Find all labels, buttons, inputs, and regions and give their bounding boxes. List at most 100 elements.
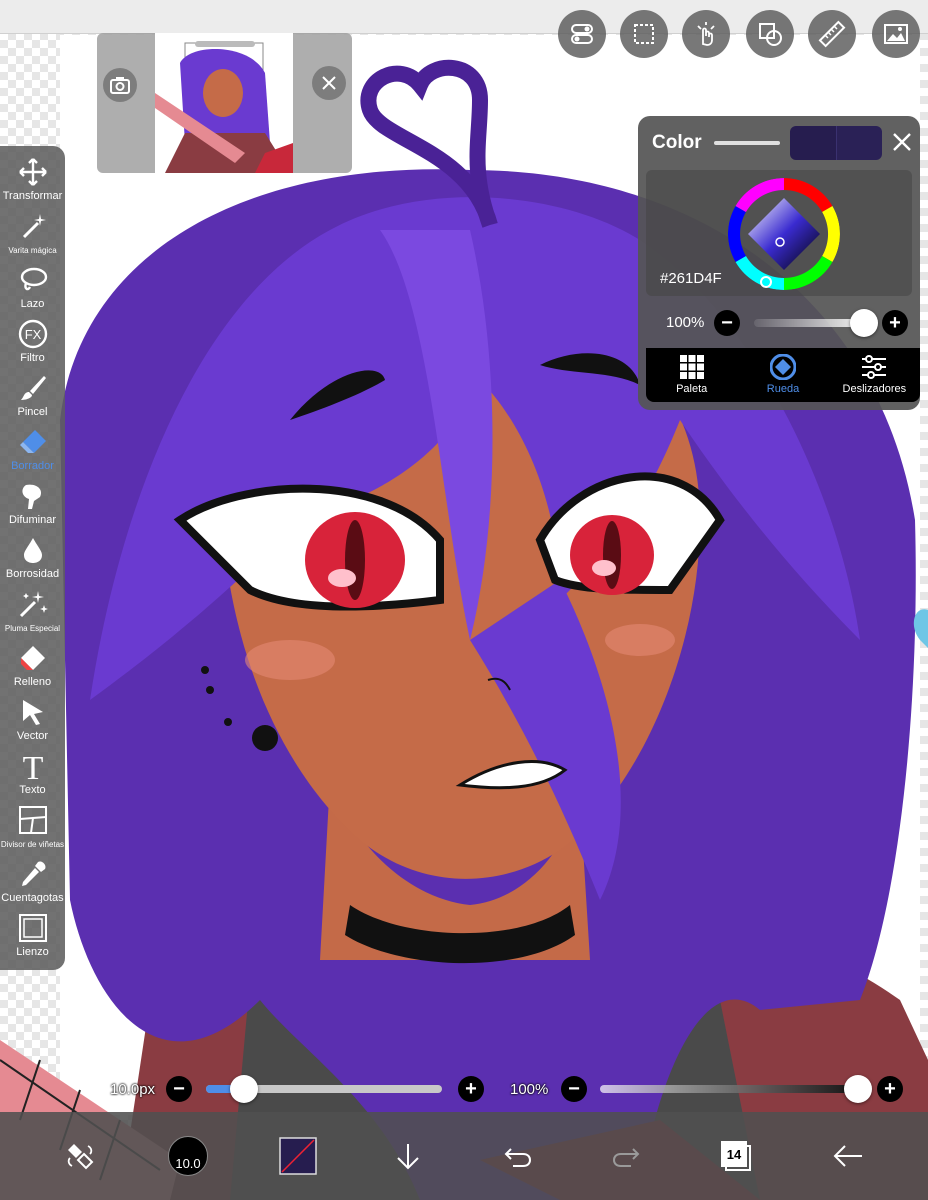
reference-thumbnail xyxy=(155,33,293,173)
tool-label: Relleno xyxy=(13,676,52,688)
tool-brush[interactable]: Pincel xyxy=(0,368,65,422)
undo-button[interactable] xyxy=(496,1112,540,1200)
tool-fill[interactable]: Relleno xyxy=(0,638,65,692)
tool-label: Lienzo xyxy=(16,946,49,958)
color-wheel[interactable] xyxy=(728,178,840,290)
eraser-icon xyxy=(17,426,49,458)
tab-sliders[interactable]: Deslizadores xyxy=(829,348,920,402)
back-button[interactable] xyxy=(826,1112,870,1200)
tool-text[interactable]: T Texto xyxy=(0,746,65,800)
color-swatch-icon xyxy=(279,1137,317,1175)
tool-canvas[interactable]: Lienzo xyxy=(0,908,65,962)
arrow-left-icon xyxy=(833,1145,862,1167)
magic-wand-icon xyxy=(17,210,49,242)
selection-button[interactable] xyxy=(620,10,668,58)
layers-button[interactable]: 14 xyxy=(714,1112,758,1200)
gallery-button[interactable] xyxy=(872,10,920,58)
tool-smudge[interactable]: Difuminar xyxy=(0,476,65,530)
gallery-icon xyxy=(884,24,908,44)
reference-window[interactable] xyxy=(97,33,352,173)
svg-text:T: T xyxy=(22,751,43,781)
blur-drop-icon xyxy=(17,534,49,566)
tool-label: Varita mágica xyxy=(8,246,57,255)
tool-label: Filtro xyxy=(20,352,45,364)
color-panel[interactable]: Color #261D4F 100% − + Paleta Rueda Desl… xyxy=(638,116,920,410)
shape-button[interactable] xyxy=(746,10,794,58)
tool-sidebar: Transformar Varita mágica Lazo FX Filtro… xyxy=(0,146,65,970)
tool-blur[interactable]: Borrosidad xyxy=(0,530,65,584)
tab-label: Paleta xyxy=(676,383,708,395)
apply-down-button[interactable] xyxy=(386,1112,430,1200)
redo-button[interactable] xyxy=(604,1112,648,1200)
tool-special-pen[interactable]: Pluma Especial xyxy=(0,584,65,638)
svg-text:FX: FX xyxy=(24,327,41,342)
brush-size-plus-button[interactable]: + xyxy=(458,1076,484,1102)
tab-wheel[interactable]: Rueda xyxy=(737,348,828,402)
canvas-icon xyxy=(17,912,49,944)
color-mode-tabs: Paleta Rueda Deslizadores xyxy=(646,348,920,402)
brush-opacity-minus-button[interactable]: − xyxy=(561,1076,587,1102)
eyedropper-icon xyxy=(17,858,49,890)
tab-label: Rueda xyxy=(766,383,800,395)
tool-magic-wand[interactable]: Varita mágica xyxy=(0,206,65,260)
gesture-button[interactable] xyxy=(682,10,730,58)
current-color-swatch[interactable] xyxy=(790,126,882,160)
brush-size-thumb[interactable] xyxy=(229,1075,258,1103)
camera-button[interactable] xyxy=(103,68,137,102)
tool-label: Pluma Especial xyxy=(4,624,61,633)
color-panel-drag-handle[interactable] xyxy=(714,141,780,145)
redo-icon xyxy=(612,1148,640,1167)
layer-count: 14 xyxy=(726,1146,742,1162)
brush-opacity-slider[interactable] xyxy=(600,1085,862,1093)
brush-opacity-plus-button[interactable]: + xyxy=(877,1076,903,1102)
color-opacity-minus-button[interactable]: − xyxy=(714,310,740,336)
quick-switch-icon xyxy=(67,1144,94,1170)
bottom-toolbar: 10.0 14 xyxy=(0,1112,928,1200)
color-opacity-thumb[interactable] xyxy=(850,309,878,337)
ruler-button[interactable] xyxy=(808,10,856,58)
camera-icon xyxy=(110,77,130,94)
move-arrows-icon xyxy=(17,156,49,188)
tool-label: Pincel xyxy=(17,406,48,418)
tab-palette[interactable]: Paleta xyxy=(646,348,737,402)
tool-panel-divider[interactable]: Divisor de viñetas xyxy=(0,800,65,854)
brush-size-indicator[interactable]: 10.0 xyxy=(166,1112,210,1200)
close-icon xyxy=(322,76,336,90)
tool-label: Lazo xyxy=(20,298,45,310)
color-panel-title: Color xyxy=(652,132,702,153)
tool-label: Difuminar xyxy=(8,514,57,526)
quick-switch-button[interactable] xyxy=(50,1112,110,1200)
current-color-button[interactable] xyxy=(276,1112,320,1200)
panel-divider-icon xyxy=(17,804,49,836)
tab-label: Deslizadores xyxy=(842,383,907,395)
color-opacity-plus-button[interactable]: + xyxy=(882,310,908,336)
lasso-icon xyxy=(17,264,49,296)
close-icon[interactable] xyxy=(890,130,914,154)
brush-opacity-label: 100% xyxy=(510,1081,549,1098)
tool-label: Divisor de viñetas xyxy=(0,840,65,849)
toggle-settings-button[interactable] xyxy=(558,10,606,58)
tool-vector[interactable]: Vector xyxy=(0,692,65,746)
tool-eyedropper[interactable]: Cuentagotas xyxy=(0,854,65,908)
tool-lasso[interactable]: Lazo xyxy=(0,260,65,314)
brush-icon xyxy=(17,372,49,404)
tool-label: Borrosidad xyxy=(5,568,60,580)
tool-transform[interactable]: Transformar xyxy=(0,152,65,206)
brush-opacity-thumb[interactable] xyxy=(844,1075,872,1103)
brush-size-label: 10.0px xyxy=(110,1081,156,1098)
undo-icon xyxy=(504,1148,532,1167)
tool-label: Vector xyxy=(16,730,49,742)
palette-grid-icon xyxy=(679,355,704,379)
reference-close-button[interactable] xyxy=(312,66,346,100)
layers-icon: 14 xyxy=(719,1139,753,1173)
tool-filter[interactable]: FX Filtro xyxy=(0,314,65,368)
selection-icon xyxy=(634,24,654,44)
tool-label: Cuentagotas xyxy=(1,892,64,904)
gesture-hand-icon xyxy=(697,22,715,46)
shape-icon xyxy=(759,23,782,46)
brush-size-badge: 10.0 xyxy=(175,1156,201,1171)
toggle-settings-icon xyxy=(571,24,593,44)
tool-eraser[interactable]: Borrador xyxy=(0,422,65,476)
brush-size-minus-button[interactable]: − xyxy=(166,1076,192,1102)
tool-label: Borrador xyxy=(11,460,54,472)
